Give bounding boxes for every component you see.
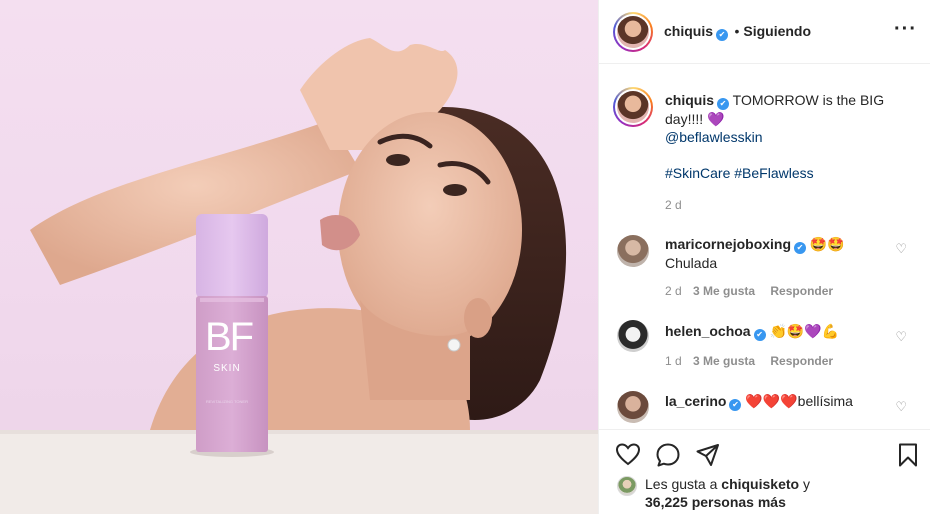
comment-bubble-icon[interactable]	[655, 442, 681, 468]
likes-prefix: Les gusta a	[645, 476, 718, 492]
comment-username[interactable]: la_cerino	[665, 393, 726, 409]
comment-timestamp[interactable]: 2 d	[665, 284, 682, 298]
caption-hashtags[interactable]: #SkinCare #BeFlawless	[665, 164, 915, 182]
verified-badge-icon: ✔	[717, 98, 730, 110]
comment-likes-count[interactable]: 3 Me gusta	[693, 354, 755, 368]
comment-like-heart-icon[interactable]: ♡	[895, 241, 907, 257]
post-header: chiquis ✔ • Siguiendo ···	[599, 0, 930, 64]
comment-avatar[interactable]	[617, 235, 649, 267]
comment-likes-count[interactable]: 3 Me gusta	[693, 284, 755, 298]
comment-text: 🤩🤩	[809, 236, 845, 252]
verified-badge-icon: ✔	[716, 29, 729, 41]
post-photo-illustration	[0, 38, 598, 514]
comment-like-heart-icon[interactable]: ♡	[895, 329, 907, 345]
comment-reply-button[interactable]: Responder	[770, 354, 833, 368]
bottle-fine-print: REVITALIZING TONER	[205, 399, 248, 404]
following-button[interactable]: Siguiendo	[743, 23, 811, 39]
likes-count-link[interactable]: 36,225 personas más	[645, 494, 786, 510]
likers-avatar[interactable]	[617, 476, 637, 496]
comment-timestamp[interactable]: 1 d	[665, 354, 682, 368]
comment-like-heart-icon[interactable]: ♡	[895, 399, 907, 415]
comments-list[interactable]: chiquis ✔ TOMORROW is the BIG day!!!! 💜 @…	[599, 65, 930, 429]
comment-avatar[interactable]	[617, 391, 649, 423]
bottle-brand-sub: SKIN	[213, 363, 241, 374]
caption-username[interactable]: chiquis	[665, 92, 714, 108]
comment-text: ❤️❤️❤️bellísima	[745, 393, 853, 409]
comment-text: 👏🤩💜💪	[769, 323, 840, 339]
verified-badge-icon: ✔	[729, 399, 742, 411]
author-username[interactable]: chiquis	[664, 23, 713, 39]
verified-badge-icon: ✔	[753, 329, 766, 341]
post-side-panel: chiquis ✔ • Siguiendo ··· chiquis ✔ TOMORRO…	[598, 0, 930, 514]
likes-user-link[interactable]: chiquisketo	[721, 476, 799, 492]
comment-reply-button[interactable]: Responder	[770, 284, 833, 298]
author-avatar[interactable]	[613, 12, 653, 52]
verified-badge-icon: ✔	[794, 242, 807, 254]
post-image[interactable]: BF SKIN REVITALIZING TONER	[0, 0, 598, 514]
like-heart-icon[interactable]	[615, 442, 641, 466]
comment-avatar[interactable]	[617, 320, 649, 352]
comment-username[interactable]: maricornejoboxing	[665, 236, 791, 252]
share-plane-icon[interactable]	[695, 442, 721, 468]
caption-timestamp[interactable]: 2 d	[665, 196, 915, 214]
more-options-icon[interactable]: ···	[894, 18, 917, 41]
comment-text-line2: Chulada	[665, 255, 718, 271]
save-bookmark-icon[interactable]	[897, 442, 919, 468]
caption-avatar[interactable]	[613, 87, 653, 127]
caption-mention-link[interactable]: @beflawlesskin	[665, 128, 915, 146]
comment-username[interactable]: helen_ochoa	[665, 323, 751, 339]
likes-suffix: y	[802, 476, 810, 492]
post-actions-bar: Les gusta a chiquisketo y 36,225 persona…	[599, 429, 930, 514]
likes-summary: Les gusta a chiquisketo y 36,225 persona…	[645, 475, 915, 511]
